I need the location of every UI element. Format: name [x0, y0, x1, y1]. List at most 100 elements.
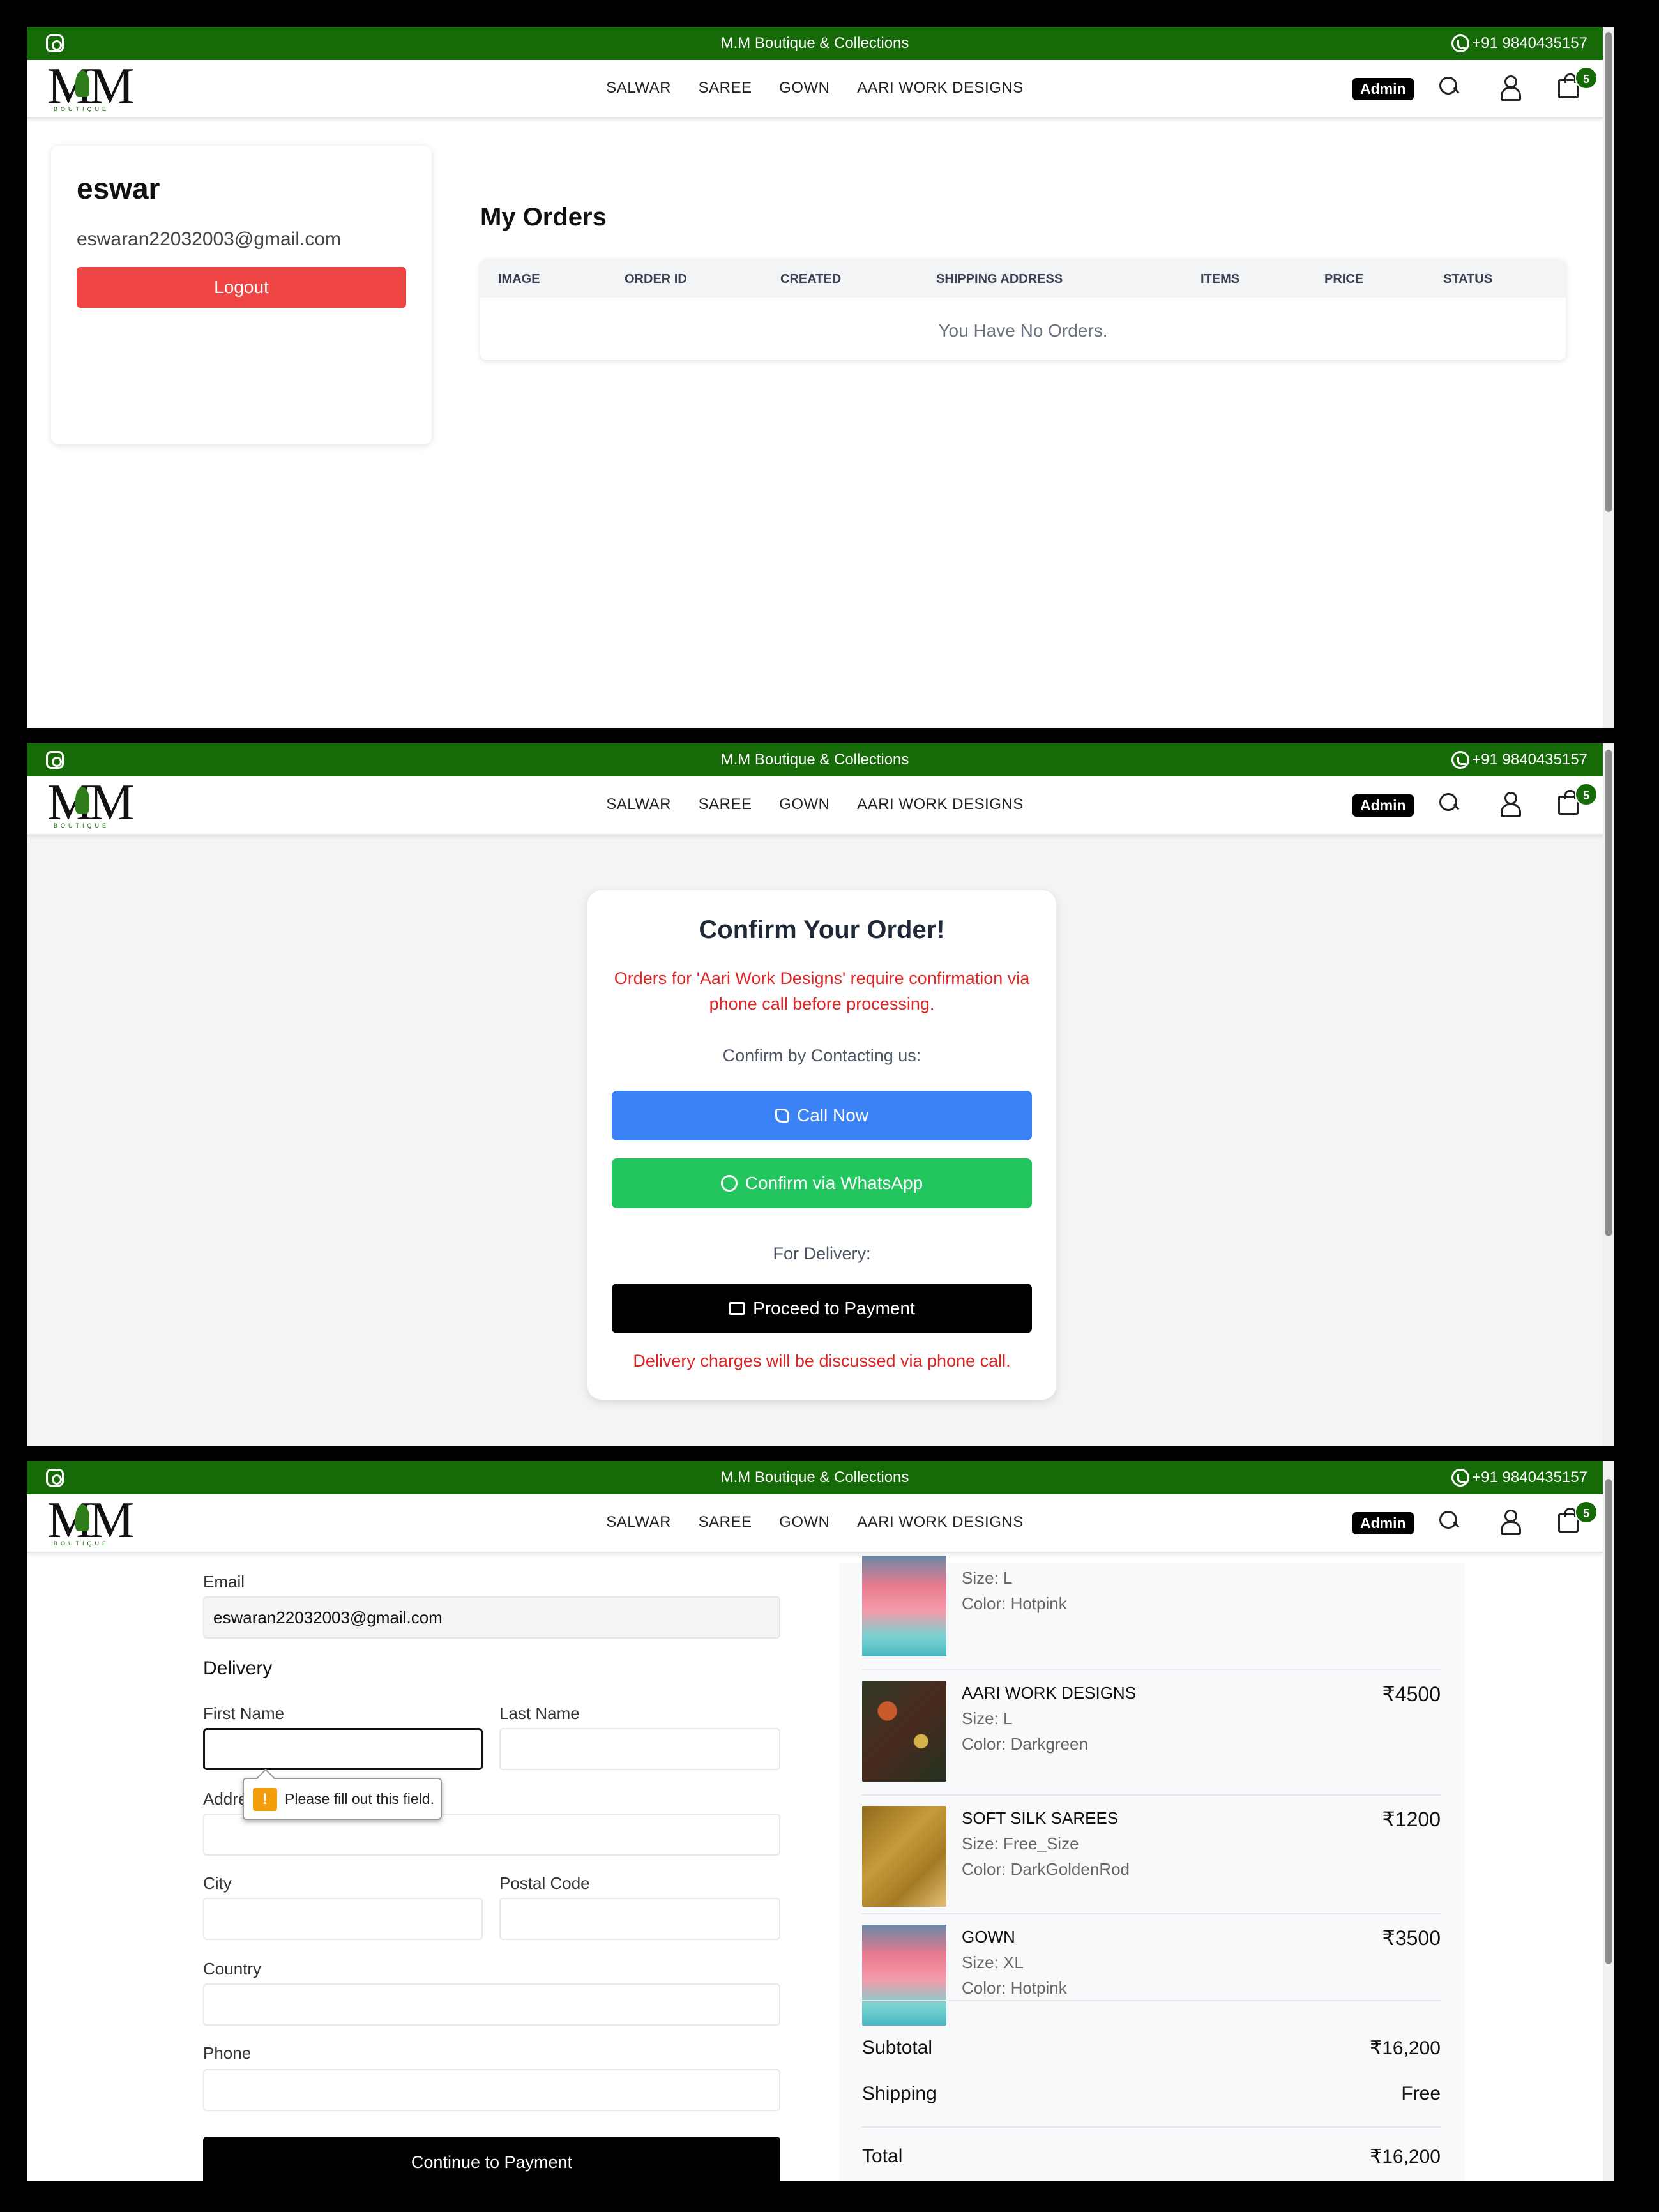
search-icon[interactable] — [1439, 793, 1458, 812]
confirm-title: Confirm Your Order! — [699, 916, 945, 944]
warning-icon: ! — [253, 1788, 277, 1811]
postal-code-label: Postal Code — [499, 1874, 590, 1893]
main-navbar: MM BOUTIQUE SALWAR SAREE GOWN AARI WORK … — [27, 60, 1603, 119]
call-now-button[interactable]: Call Now — [612, 1091, 1032, 1140]
email-field[interactable]: eswaran22032003@gmail.com — [203, 1596, 780, 1639]
last-name-label: Last Name — [499, 1704, 580, 1723]
empty-orders-message: You Have No Orders. — [938, 321, 1108, 340]
item-color: Color: Darkgreen — [962, 1734, 1088, 1754]
validation-tooltip: ! Please fill out this field. — [243, 1778, 442, 1820]
item-divider — [862, 1669, 1441, 1670]
user-icon[interactable] — [1499, 1510, 1521, 1535]
user-icon[interactable] — [1499, 75, 1521, 101]
scrollbar-thumb[interactable] — [1605, 750, 1612, 1236]
item-price: ₹3500 — [1382, 1927, 1441, 1950]
first-name-field[interactable] — [203, 1728, 483, 1770]
country-field[interactable] — [203, 1983, 780, 2026]
phone-icon — [775, 1108, 789, 1123]
first-name-label: First Name — [203, 1704, 285, 1723]
product-thumbnail — [862, 1556, 946, 1656]
nav-link-gown[interactable]: GOWN — [779, 796, 830, 813]
city-field[interactable] — [203, 1898, 483, 1940]
nav-link-aari-work[interactable]: AARI WORK DESIGNS — [857, 796, 1024, 813]
subtotal-row: Subtotal ₹16,200 — [862, 2037, 1441, 2059]
admin-button[interactable]: Admin — [1352, 1512, 1414, 1534]
nav-link-gown[interactable]: GOWN — [779, 1513, 830, 1531]
total-value: ₹16,200 — [1370, 2146, 1441, 2167]
whatsapp-phone-link[interactable]: +91 9840435157 — [1451, 34, 1587, 52]
scrollbar[interactable] — [1603, 743, 1614, 1446]
call-now-label: Call Now — [796, 1105, 869, 1125]
delivery-label: For Delivery: — [773, 1244, 871, 1263]
nav-link-saree[interactable]: SAREE — [699, 796, 752, 813]
item-color: Color: Hotpink — [962, 1594, 1067, 1613]
column-header-created: CREATED — [780, 272, 842, 286]
total-row: Total ₹16,200 — [862, 2146, 1441, 2167]
scrollbar[interactable] — [1603, 27, 1614, 728]
summary-divider — [862, 2126, 1441, 2128]
confirm-whatsapp-button[interactable]: Confirm via WhatsApp — [612, 1158, 1032, 1208]
search-icon[interactable] — [1439, 77, 1458, 96]
phone-field[interactable] — [203, 2069, 780, 2111]
shipping-value: Free — [1401, 2083, 1441, 2104]
postal-code-field[interactable] — [499, 1898, 780, 1940]
item-size: Size: L — [962, 1709, 1013, 1728]
item-divider — [862, 1794, 1441, 1796]
scrollbar-thumb[interactable] — [1605, 32, 1612, 512]
product-thumbnail — [862, 1681, 946, 1782]
profile-card: eswar eswaran22032003@gmail.com Logout — [51, 146, 432, 444]
user-icon[interactable] — [1499, 792, 1521, 817]
cart-count-badge: 5 — [1575, 783, 1598, 806]
validation-message: Please fill out this field. — [285, 1791, 434, 1807]
confirm-warning-note: Orders for 'Aari Work Designs' require c… — [614, 969, 1030, 1013]
whatsapp-phone-link[interactable]: +91 9840435157 — [1451, 751, 1587, 769]
orders-table: IMAGE ORDER ID CREATED SHIPPING ADDRESS … — [480, 259, 1566, 360]
item-size: Size: XL — [962, 1953, 1024, 1972]
product-thumbnail — [862, 1806, 946, 1907]
search-icon[interactable] — [1439, 1511, 1458, 1530]
logout-button[interactable]: Logout — [77, 267, 406, 308]
shipping-row: Shipping Free — [862, 2083, 1441, 2105]
item-color: Color: DarkGoldenRod — [962, 1860, 1130, 1879]
city-label: City — [203, 1874, 232, 1893]
last-name-field[interactable] — [499, 1728, 780, 1770]
cart-count-badge: 5 — [1575, 1501, 1598, 1524]
item-name: AARI WORK DESIGNS — [962, 1683, 1137, 1702]
nav-link-aari-work[interactable]: AARI WORK DESIGNS — [857, 1513, 1024, 1531]
main-navbar: MM BOUTIQUE SALWAR SAREE GOWN AARI WORK … — [27, 776, 1603, 835]
whatsapp-label: Confirm via WhatsApp — [745, 1173, 923, 1193]
item-name: GOWN — [962, 1927, 1015, 1946]
continue-to-payment-button[interactable]: Continue to Payment — [203, 2137, 780, 2181]
scrollbar[interactable] — [1603, 1461, 1614, 2181]
column-header-order-id: ORDER ID — [625, 272, 687, 286]
country-label: Country — [203, 1959, 262, 1978]
whatsapp-phone-link[interactable]: +91 9840435157 — [1451, 1469, 1587, 1487]
item-size: Size: Free_Size — [962, 1834, 1079, 1853]
nav-link-salwar[interactable]: SALWAR — [606, 1513, 671, 1531]
column-header-price: PRICE — [1324, 272, 1364, 286]
proceed-to-payment-button[interactable]: Proceed to Payment — [612, 1284, 1032, 1333]
nav-link-aari-work[interactable]: AARI WORK DESIGNS — [857, 79, 1024, 96]
announcement-bar: M.M Boutique & Collections +91 984043515… — [27, 1461, 1603, 1494]
profile-email: eswaran22032003@gmail.com — [77, 229, 342, 250]
admin-button[interactable]: Admin — [1352, 794, 1414, 817]
column-header-image: IMAGE — [498, 272, 540, 286]
admin-button[interactable]: Admin — [1352, 78, 1414, 100]
confirm-order-card: Confirm Your Order! Orders for 'Aari Wor… — [587, 890, 1056, 1400]
phone-number: +91 9840435157 — [1472, 34, 1587, 52]
scrollbar-thumb[interactable] — [1605, 1479, 1612, 1964]
checkout-screenshot: Size: L Color: Hotpink AARI WORK DESIGNS… — [27, 1461, 1614, 2181]
nav-link-saree[interactable]: SAREE — [699, 1513, 752, 1531]
item-size: Size: L — [962, 1568, 1013, 1587]
logo-subtitle: BOUTIQUE — [54, 106, 110, 112]
nav-link-salwar[interactable]: SALWAR — [606, 796, 671, 813]
phone-number: +91 9840435157 — [1472, 1469, 1587, 1486]
nav-link-gown[interactable]: GOWN — [779, 79, 830, 96]
store-title: M.M Boutique & Collections — [720, 34, 909, 52]
phone-number: +91 9840435157 — [1472, 751, 1587, 768]
payment-label: Proceed to Payment — [753, 1298, 915, 1318]
nav-link-salwar[interactable]: SALWAR — [606, 79, 671, 96]
cart-count-badge: 5 — [1575, 66, 1598, 89]
phone-label: Phone — [203, 2043, 252, 2063]
nav-link-saree[interactable]: SAREE — [699, 79, 752, 96]
